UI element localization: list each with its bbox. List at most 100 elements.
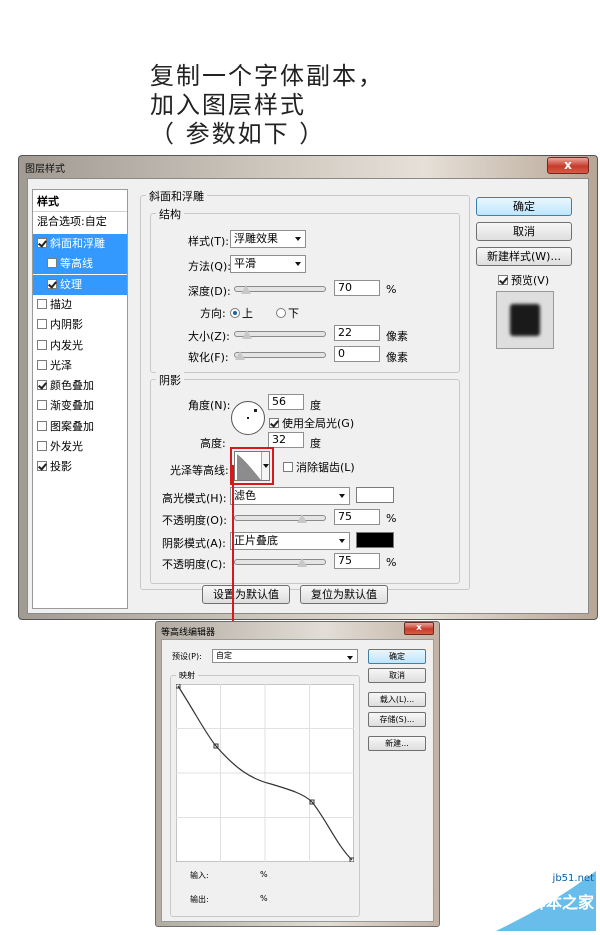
preview-checkbox[interactable]: 预览(V): [498, 272, 549, 288]
dial-center-icon: [247, 417, 249, 419]
depth-label: 深度(D):: [188, 285, 231, 298]
angle-dial[interactable]: [231, 401, 265, 435]
technique-select[interactable]: 平滑: [230, 255, 306, 273]
depth-slider-thumb[interactable]: [240, 285, 251, 294]
style-item[interactable]: 图案叠加: [33, 417, 127, 437]
depth-input[interactable]: 70: [334, 280, 380, 296]
style-select[interactable]: 浮雕效果: [230, 230, 306, 248]
caption-line-2: 加入图层样式: [150, 91, 306, 119]
style-item[interactable]: 渐变叠加: [33, 396, 127, 416]
shadow-color-swatch[interactable]: [356, 532, 394, 548]
output-unit: %: [260, 894, 268, 903]
style-item[interactable]: 等高线: [33, 254, 127, 275]
size-input[interactable]: 22: [334, 325, 380, 341]
output-label: 输出:: [190, 895, 209, 904]
global-light-checkbox[interactable]: 使用全局光(G): [269, 415, 354, 431]
style-item[interactable]: 投影: [33, 457, 127, 477]
checkbox-unchecked-icon[interactable]: [37, 359, 47, 370]
style-item[interactable]: 光泽: [33, 356, 127, 376]
checkbox-unchecked-icon[interactable]: [37, 400, 47, 411]
contour-save-button[interactable]: 存储(S)...: [368, 712, 426, 727]
highlight-color-swatch[interactable]: [356, 487, 394, 503]
blend-options-item[interactable]: 混合选项:自定: [33, 212, 127, 232]
angle-input[interactable]: 56: [268, 394, 304, 410]
contour-graph[interactable]: [176, 684, 354, 862]
highlight-mode-label: 高光模式(H):: [162, 492, 227, 505]
new-style-button[interactable]: 新建样式(W)...: [476, 247, 572, 266]
checkbox-unchecked-icon[interactable]: [37, 339, 47, 350]
dialog-client: 样式 混合选项:自定 斜面和浮雕 等高线 纹理 描边 内阴影 内发光 光泽 颜色叠加 渐变叠加图…: [27, 178, 589, 614]
layer-style-window: 图层样式 x 样式 混合选项:自定 斜面和浮雕 等高线 纹理 描边 内阴影 内发光 光泽 颜色…: [18, 155, 598, 620]
checkbox-unchecked-icon[interactable]: [47, 258, 57, 269]
style-item[interactable]: 纹理: [33, 274, 127, 295]
opacity1-slider[interactable]: [234, 514, 326, 523]
contour-new-button[interactable]: 新建...: [368, 736, 426, 751]
contour-editor-client: 预设(P): 自定 映射 输入: % 输出: % 确定 取消 载入(L)... …: [161, 639, 434, 922]
technique-label: 方法(Q):: [188, 260, 231, 273]
make-default-button[interactable]: 设置为默认值: [202, 585, 290, 604]
preview-thumbnail: [496, 291, 554, 349]
opacity2-input[interactable]: 75: [334, 553, 380, 569]
checkbox-unchecked-icon[interactable]: [37, 298, 47, 309]
contour-ok-button[interactable]: 确定: [368, 649, 426, 664]
style-item-label: 颜色叠加: [50, 379, 94, 393]
style-label: 样式(T):: [188, 235, 230, 248]
opacity2-slider-thumb[interactable]: [296, 558, 307, 567]
contour-load-button[interactable]: 载入(L)...: [368, 692, 426, 707]
ok-button[interactable]: 确定: [476, 197, 572, 216]
size-slider-thumb[interactable]: [242, 330, 253, 339]
opacity2-slider[interactable]: [234, 558, 326, 567]
cancel-button[interactable]: 取消: [476, 222, 572, 241]
preset-select[interactable]: 自定: [212, 649, 358, 663]
direction-down-radio[interactable]: 下: [276, 305, 299, 321]
checkbox-checked-icon[interactable]: [47, 278, 57, 289]
checkbox-unchecked-icon[interactable]: [37, 420, 47, 431]
style-item[interactable]: 颜色叠加: [33, 376, 127, 396]
preview-label: 预览(V): [511, 274, 550, 287]
radio-off-icon: [276, 308, 286, 318]
highlight-mode-select[interactable]: 滤色: [230, 487, 350, 505]
opacity1-input[interactable]: 75: [334, 509, 380, 525]
style-item-label: 等高线: [60, 257, 93, 271]
style-item[interactable]: 斜面和浮雕: [33, 234, 127, 254]
style-item-label: 内发光: [50, 338, 83, 352]
style-item-label: 图案叠加: [50, 419, 94, 433]
checkbox-checked-icon[interactable]: [37, 238, 47, 248]
contour-close-button[interactable]: x: [404, 622, 434, 635]
altitude-input[interactable]: 32: [268, 432, 304, 448]
checkbox-unchecked-icon[interactable]: [37, 319, 47, 330]
checkbox-checked-icon[interactable]: [37, 461, 47, 472]
direction-up-radio[interactable]: 上: [230, 305, 253, 321]
close-button[interactable]: x: [547, 157, 589, 174]
contour-cancel-button[interactable]: 取消: [368, 668, 426, 683]
direction-up-label: 上: [242, 307, 253, 320]
soften-input[interactable]: 0: [334, 346, 380, 362]
opacity1-label: 不透明度(O):: [162, 514, 227, 527]
anti-alias-label: 消除锯齿(L): [296, 461, 355, 474]
style-item[interactable]: 内发光: [33, 336, 127, 356]
shadow-mode-select[interactable]: 正片叠底: [230, 532, 350, 550]
preset-label: 预设(P):: [172, 652, 202, 661]
style-item-label: 内阴影: [50, 318, 83, 332]
contour-editor-window: 等高线编辑器 x 预设(P): 自定 映射 输入: % 输出: % 确定 取消 …: [155, 621, 440, 927]
soften-slider-thumb[interactable]: [235, 351, 245, 360]
style-item[interactable]: 外发光: [33, 437, 127, 457]
gloss-contour-label: 光泽等高线:: [170, 464, 229, 477]
soften-slider[interactable]: [234, 351, 326, 360]
depth-slider[interactable]: [234, 285, 326, 294]
depth-unit: %: [386, 283, 397, 296]
style-item[interactable]: 描边: [33, 295, 127, 315]
anti-alias-checkbox[interactable]: 消除锯齿(L): [283, 459, 355, 475]
checkbox-checked-icon[interactable]: [37, 380, 47, 391]
input-label: 输入:: [190, 871, 209, 880]
reset-default-button[interactable]: 复位为默认值: [300, 585, 388, 604]
opacity1-slider-thumb[interactable]: [296, 514, 307, 523]
style-item[interactable]: 内阴影: [33, 315, 127, 335]
size-unit: 像素: [386, 330, 408, 343]
checkbox-unchecked-icon[interactable]: [37, 441, 47, 451]
style-item-label: 斜面和浮雕: [50, 237, 105, 250]
size-slider[interactable]: [234, 330, 326, 339]
caption-line-3: （ 参数如下 ）: [150, 120, 326, 148]
checkbox-checked-icon: [498, 275, 508, 285]
watermark-name: 脚本之家: [529, 893, 594, 912]
